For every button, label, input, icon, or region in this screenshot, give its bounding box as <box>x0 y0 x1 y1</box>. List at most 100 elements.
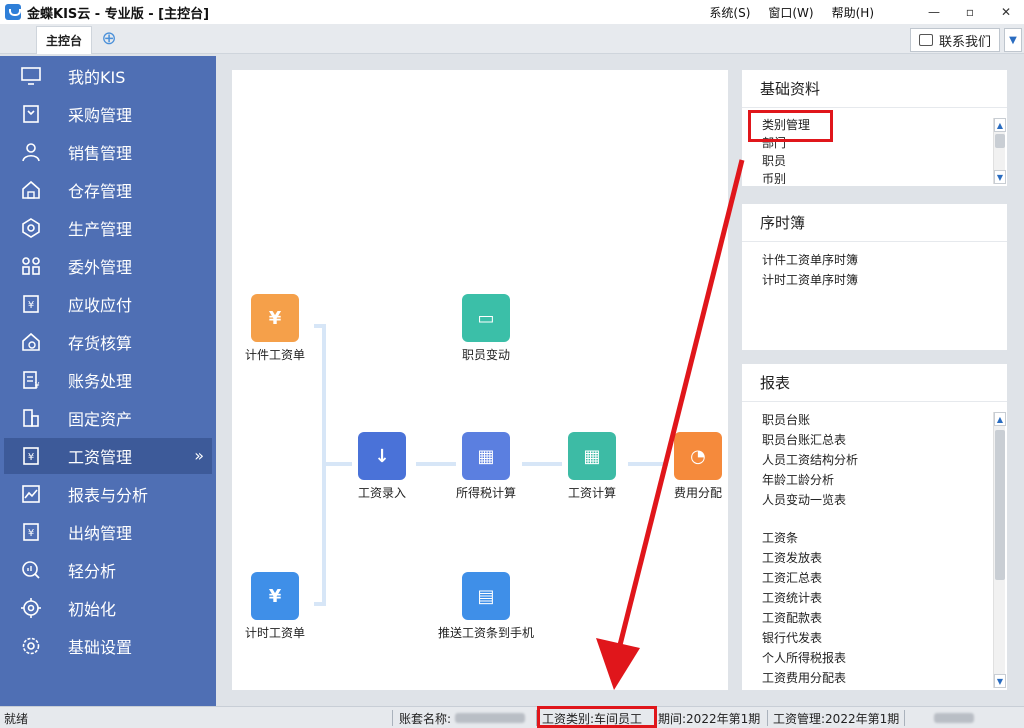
reports-list: 职员台账 职员台账汇总表 人员工资结构分析 年龄工龄分析 人员变动一览表 工资条… <box>742 402 1007 688</box>
status-divider <box>904 710 905 726</box>
panel-title: 报表 <box>742 364 1007 402</box>
flow-node-tax-calc[interactable]: ▦ 所得税计算 <box>431 432 541 501</box>
sidebar-item-reports[interactable]: 报表与分析 <box>4 476 212 512</box>
add-tab-icon[interactable]: ⊕ <box>100 30 118 48</box>
calculator-icon: ▦ <box>462 432 510 480</box>
link-report[interactable]: 工资费用分配表 <box>762 668 1007 688</box>
settings-icon <box>20 635 42 657</box>
sidebar-item-init[interactable]: 初始化 <box>4 590 212 626</box>
message-icon: ▤ <box>462 572 510 620</box>
menu-system[interactable]: 系统(S) <box>709 4 750 21</box>
menu-bar: 系统(S) 窗口(W) 帮助(H) <box>709 0 874 24</box>
scroll-thumb[interactable] <box>995 134 1005 148</box>
receivable-icon: ¥ <box>20 293 42 315</box>
sidebar-item-payroll[interactable]: ¥ 工资管理 » <box>4 438 212 474</box>
scroll-up-icon[interactable]: ▲ <box>994 412 1006 426</box>
double-chevron-right-icon: » <box>194 446 204 465</box>
link-report[interactable]: 工资发放表 <box>762 548 1007 568</box>
sidebar-item-my-kis[interactable]: 我的KIS <box>4 58 212 94</box>
sidebar-item-inventory[interactable]: 存货核算 <box>4 324 212 360</box>
sidebar-item-label: 固定资产 <box>68 410 133 429</box>
init-icon <box>20 597 42 619</box>
maximize-button[interactable]: ▫ <box>952 0 988 24</box>
sidebar-item-label: 仓存管理 <box>68 182 133 201</box>
scrollbar[interactable]: ▲ ▼ <box>993 412 1006 688</box>
panel-title: 序时簿 <box>742 204 1007 242</box>
outsource-icon <box>20 255 42 277</box>
production-icon <box>20 217 42 239</box>
minimize-button[interactable]: — <box>916 0 952 24</box>
link-department[interactable]: 部门 <box>762 134 1007 152</box>
sidebar-item-cashier[interactable]: ¥ 出纳管理 <box>4 514 212 550</box>
sidebar-item-asset[interactable]: 固定资产 <box>4 400 212 436</box>
sidebar-item-purchase[interactable]: 采购管理 <box>4 96 212 132</box>
chevron-down-icon[interactable]: ▼ <box>1004 28 1022 52</box>
link-report[interactable]: 人员变动一览表 <box>762 490 1007 510</box>
sidebar-item-warehouse[interactable]: 仓存管理 <box>4 172 212 208</box>
scroll-up-icon[interactable]: ▲ <box>994 118 1006 132</box>
flow-node-label: 费用分配 <box>673 486 722 500</box>
tab-bar: 主控台 ⊕ 联系我们 ▼ <box>0 24 1024 54</box>
sales-icon <box>20 141 42 163</box>
flow-node-label: 所得税计算 <box>455 486 516 500</box>
link-category-management[interactable]: 类别管理 <box>762 116 1007 134</box>
link-report[interactable]: 职员台账 <box>762 410 1007 430</box>
inventory-icon <box>20 331 42 353</box>
link-report[interactable]: 职员台账汇总表 <box>762 430 1007 450</box>
flow-node-push-payslip[interactable]: ▤ 推送工资条到手机 <box>431 572 541 641</box>
status-account-label: 账套名称: <box>399 711 452 726</box>
link-piecework-timesheet[interactable]: 计件工资单序时簿 <box>762 250 1007 270</box>
scroll-down-icon[interactable]: ▼ <box>994 674 1006 688</box>
salary-entry-icon: ↓ <box>358 432 406 480</box>
panel-basic-data: 基础资料 类别管理 部门 职员 币别 ▲ ▼ <box>742 70 1007 186</box>
sidebar-item-label: 基础设置 <box>68 638 133 657</box>
link-report[interactable]: 工资汇总表 <box>762 568 1007 588</box>
link-staff[interactable]: 职员 <box>762 152 1007 170</box>
cashier-icon: ¥ <box>20 521 42 543</box>
sidebar-item-receivable[interactable]: ¥ 应收应付 <box>4 286 212 322</box>
link-report[interactable]: 个人所得税报表 <box>762 648 1007 668</box>
menu-help[interactable]: 帮助(H) <box>832 4 874 21</box>
sidebar-item-sales[interactable]: 销售管理 <box>4 134 212 170</box>
flow-node-label: 职员变动 <box>461 348 510 362</box>
sidebar-item-label: 我的KIS <box>68 68 126 87</box>
purchase-icon <box>20 103 42 125</box>
sidebar-item-production[interactable]: 生产管理 <box>4 210 212 246</box>
sidebar-item-settings[interactable]: 基础设置 <box>4 628 212 664</box>
tab-main-console[interactable]: 主控台 <box>36 26 92 54</box>
flow-node-piecework-sheet[interactable]: ¥ 计件工资单 <box>220 294 330 363</box>
list-spacer <box>762 510 1007 528</box>
link-report[interactable]: 银行代发表 <box>762 628 1007 648</box>
sidebar-item-accounting[interactable]: ¥ 账务处理 <box>4 362 212 398</box>
scroll-down-icon[interactable]: ▼ <box>994 170 1006 184</box>
status-divider <box>767 710 768 726</box>
scrollbar[interactable]: ▲ ▼ <box>993 118 1006 184</box>
sidebar-item-outsource[interactable]: 委外管理 <box>4 248 212 284</box>
accounting-icon: ¥ <box>20 369 42 391</box>
link-report[interactable]: 人员工资结构分析 <box>762 450 1007 470</box>
link-hourly-timesheet[interactable]: 计时工资单序时簿 <box>762 270 1007 290</box>
sidebar-item-label: 采购管理 <box>68 106 133 125</box>
window-controls: — ▫ ✕ <box>916 0 1024 24</box>
flow-node-salary-calc[interactable]: ▦ 工资计算 <box>537 432 647 501</box>
flow-node-cost-allocation[interactable]: ◔ 费用分配 <box>643 432 753 501</box>
close-button[interactable]: ✕ <box>988 0 1024 24</box>
scroll-thumb[interactable] <box>995 430 1005 580</box>
menu-window[interactable]: 窗口(W) <box>768 4 813 21</box>
flow-node-hourly-sheet[interactable]: ¥ 计时工资单 <box>220 572 330 641</box>
contact-us-button[interactable]: 联系我们 <box>910 28 1000 52</box>
flow-node-salary-entry[interactable]: ↓ 工资录入 <box>327 432 437 501</box>
link-report[interactable]: 工资配款表 <box>762 608 1007 628</box>
link-report[interactable]: 工资统计表 <box>762 588 1007 608</box>
link-currency[interactable]: 币别 <box>762 170 1007 184</box>
status-ready: 就绪 <box>4 711 29 726</box>
sidebar-item-label: 应收应付 <box>68 296 133 315</box>
link-report[interactable]: 年龄工龄分析 <box>762 470 1007 490</box>
monitor-icon <box>20 65 42 87</box>
flow-node-label: 推送工资条到手机 <box>437 626 534 640</box>
sidebar-item-light-analysis[interactable]: 轻分析 <box>4 552 212 588</box>
flow-node-staff-change[interactable]: ▭ 职员变动 <box>431 294 541 363</box>
svg-text:¥: ¥ <box>34 381 39 390</box>
sidebar-item-label: 轻分析 <box>68 562 117 581</box>
link-report[interactable]: 工资条 <box>762 528 1007 548</box>
